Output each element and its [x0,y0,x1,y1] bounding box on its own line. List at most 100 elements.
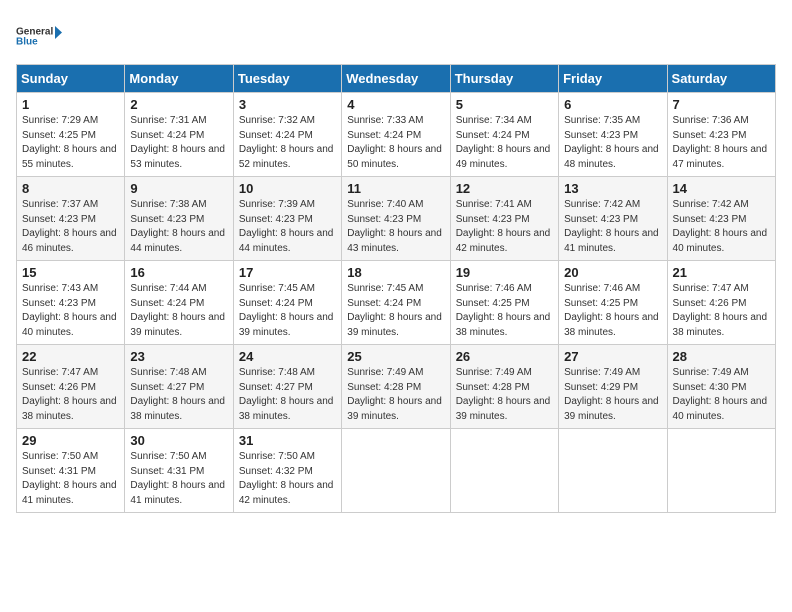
calendar-cell: 1 Sunrise: 7:29 AM Sunset: 4:25 PM Dayli… [17,93,125,177]
day-info: Sunrise: 7:44 AM Sunset: 4:24 PM Dayligh… [130,282,227,340]
day-number: 28 [673,349,770,364]
day-number: 17 [239,265,336,280]
day-info: Sunrise: 7:36 AM Sunset: 4:23 PM Dayligh… [673,114,770,172]
day-number: 14 [673,181,770,196]
calendar-week-2: 8 Sunrise: 7:37 AM Sunset: 4:23 PM Dayli… [17,177,776,261]
calendar-cell: 19 Sunrise: 7:46 AM Sunset: 4:25 PM Dayl… [450,261,558,345]
logo: General Blue [16,16,64,56]
calendar-cell: 12 Sunrise: 7:41 AM Sunset: 4:23 PM Dayl… [450,177,558,261]
day-info: Sunrise: 7:47 AM Sunset: 4:26 PM Dayligh… [673,282,770,340]
calendar-cell: 27 Sunrise: 7:49 AM Sunset: 4:29 PM Dayl… [559,345,667,429]
day-info: Sunrise: 7:42 AM Sunset: 4:23 PM Dayligh… [673,198,770,256]
day-number: 21 [673,265,770,280]
day-number: 2 [130,97,227,112]
day-number: 7 [673,97,770,112]
day-info: Sunrise: 7:34 AM Sunset: 4:24 PM Dayligh… [456,114,553,172]
day-info: Sunrise: 7:49 AM Sunset: 4:28 PM Dayligh… [456,366,553,424]
day-number: 18 [347,265,444,280]
day-info: Sunrise: 7:41 AM Sunset: 4:23 PM Dayligh… [456,198,553,256]
day-info: Sunrise: 7:49 AM Sunset: 4:28 PM Dayligh… [347,366,444,424]
calendar-cell: 3 Sunrise: 7:32 AM Sunset: 4:24 PM Dayli… [233,93,341,177]
calendar-cell: 18 Sunrise: 7:45 AM Sunset: 4:24 PM Dayl… [342,261,450,345]
day-info: Sunrise: 7:46 AM Sunset: 4:25 PM Dayligh… [456,282,553,340]
day-header-saturday: Saturday [667,65,775,93]
calendar-cell: 4 Sunrise: 7:33 AM Sunset: 4:24 PM Dayli… [342,93,450,177]
day-number: 29 [22,433,119,448]
day-number: 6 [564,97,661,112]
calendar-cell: 29 Sunrise: 7:50 AM Sunset: 4:31 PM Dayl… [17,429,125,513]
calendar-cell: 31 Sunrise: 7:50 AM Sunset: 4:32 PM Dayl… [233,429,341,513]
day-number: 26 [456,349,553,364]
day-info: Sunrise: 7:45 AM Sunset: 4:24 PM Dayligh… [347,282,444,340]
day-header-friday: Friday [559,65,667,93]
day-number: 3 [239,97,336,112]
day-number: 8 [22,181,119,196]
day-info: Sunrise: 7:35 AM Sunset: 4:23 PM Dayligh… [564,114,661,172]
day-number: 5 [456,97,553,112]
day-info: Sunrise: 7:50 AM Sunset: 4:31 PM Dayligh… [22,450,119,508]
calendar-cell: 24 Sunrise: 7:48 AM Sunset: 4:27 PM Dayl… [233,345,341,429]
svg-text:Blue: Blue [16,37,38,48]
calendar-cell: 6 Sunrise: 7:35 AM Sunset: 4:23 PM Dayli… [559,93,667,177]
day-info: Sunrise: 7:43 AM Sunset: 4:23 PM Dayligh… [22,282,119,340]
calendar-week-5: 29 Sunrise: 7:50 AM Sunset: 4:31 PM Dayl… [17,429,776,513]
day-number: 31 [239,433,336,448]
day-info: Sunrise: 7:31 AM Sunset: 4:24 PM Dayligh… [130,114,227,172]
day-number: 25 [347,349,444,364]
calendar-cell: 10 Sunrise: 7:39 AM Sunset: 4:23 PM Dayl… [233,177,341,261]
calendar-cell: 11 Sunrise: 7:40 AM Sunset: 4:23 PM Dayl… [342,177,450,261]
day-info: Sunrise: 7:33 AM Sunset: 4:24 PM Dayligh… [347,114,444,172]
day-number: 9 [130,181,227,196]
day-info: Sunrise: 7:38 AM Sunset: 4:23 PM Dayligh… [130,198,227,256]
day-header-thursday: Thursday [450,65,558,93]
day-info: Sunrise: 7:48 AM Sunset: 4:27 PM Dayligh… [130,366,227,424]
day-number: 20 [564,265,661,280]
day-header-monday: Monday [125,65,233,93]
day-header-sunday: Sunday [17,65,125,93]
calendar-cell: 22 Sunrise: 7:47 AM Sunset: 4:26 PM Dayl… [17,345,125,429]
day-info: Sunrise: 7:32 AM Sunset: 4:24 PM Dayligh… [239,114,336,172]
calendar-cell [342,429,450,513]
day-number: 16 [130,265,227,280]
day-info: Sunrise: 7:49 AM Sunset: 4:29 PM Dayligh… [564,366,661,424]
day-number: 27 [564,349,661,364]
day-number: 1 [22,97,119,112]
calendar-cell [667,429,775,513]
day-info: Sunrise: 7:47 AM Sunset: 4:26 PM Dayligh… [22,366,119,424]
day-number: 15 [22,265,119,280]
day-number: 22 [22,349,119,364]
calendar-cell: 13 Sunrise: 7:42 AM Sunset: 4:23 PM Dayl… [559,177,667,261]
calendar-cell: 30 Sunrise: 7:50 AM Sunset: 4:31 PM Dayl… [125,429,233,513]
logo-svg: General Blue [16,16,64,56]
calendar-cell: 8 Sunrise: 7:37 AM Sunset: 4:23 PM Dayli… [17,177,125,261]
day-info: Sunrise: 7:45 AM Sunset: 4:24 PM Dayligh… [239,282,336,340]
calendar-cell: 2 Sunrise: 7:31 AM Sunset: 4:24 PM Dayli… [125,93,233,177]
svg-text:General: General [16,27,53,38]
calendar-cell: 17 Sunrise: 7:45 AM Sunset: 4:24 PM Dayl… [233,261,341,345]
calendar-week-1: 1 Sunrise: 7:29 AM Sunset: 4:25 PM Dayli… [17,93,776,177]
day-info: Sunrise: 7:42 AM Sunset: 4:23 PM Dayligh… [564,198,661,256]
day-number: 12 [456,181,553,196]
day-info: Sunrise: 7:40 AM Sunset: 4:23 PM Dayligh… [347,198,444,256]
day-number: 4 [347,97,444,112]
calendar-cell: 7 Sunrise: 7:36 AM Sunset: 4:23 PM Dayli… [667,93,775,177]
day-info: Sunrise: 7:49 AM Sunset: 4:30 PM Dayligh… [673,366,770,424]
day-info: Sunrise: 7:39 AM Sunset: 4:23 PM Dayligh… [239,198,336,256]
calendar-cell: 25 Sunrise: 7:49 AM Sunset: 4:28 PM Dayl… [342,345,450,429]
calendar-cell [559,429,667,513]
day-number: 30 [130,433,227,448]
calendar-cell: 16 Sunrise: 7:44 AM Sunset: 4:24 PM Dayl… [125,261,233,345]
day-number: 11 [347,181,444,196]
day-info: Sunrise: 7:37 AM Sunset: 4:23 PM Dayligh… [22,198,119,256]
calendar-week-3: 15 Sunrise: 7:43 AM Sunset: 4:23 PM Dayl… [17,261,776,345]
calendar-cell: 15 Sunrise: 7:43 AM Sunset: 4:23 PM Dayl… [17,261,125,345]
calendar-cell: 5 Sunrise: 7:34 AM Sunset: 4:24 PM Dayli… [450,93,558,177]
calendar-table: SundayMondayTuesdayWednesdayThursdayFrid… [16,64,776,513]
day-info: Sunrise: 7:50 AM Sunset: 4:32 PM Dayligh… [239,450,336,508]
calendar-cell: 26 Sunrise: 7:49 AM Sunset: 4:28 PM Dayl… [450,345,558,429]
day-header-wednesday: Wednesday [342,65,450,93]
day-number: 24 [239,349,336,364]
calendar-cell: 21 Sunrise: 7:47 AM Sunset: 4:26 PM Dayl… [667,261,775,345]
day-info: Sunrise: 7:48 AM Sunset: 4:27 PM Dayligh… [239,366,336,424]
calendar-week-4: 22 Sunrise: 7:47 AM Sunset: 4:26 PM Dayl… [17,345,776,429]
